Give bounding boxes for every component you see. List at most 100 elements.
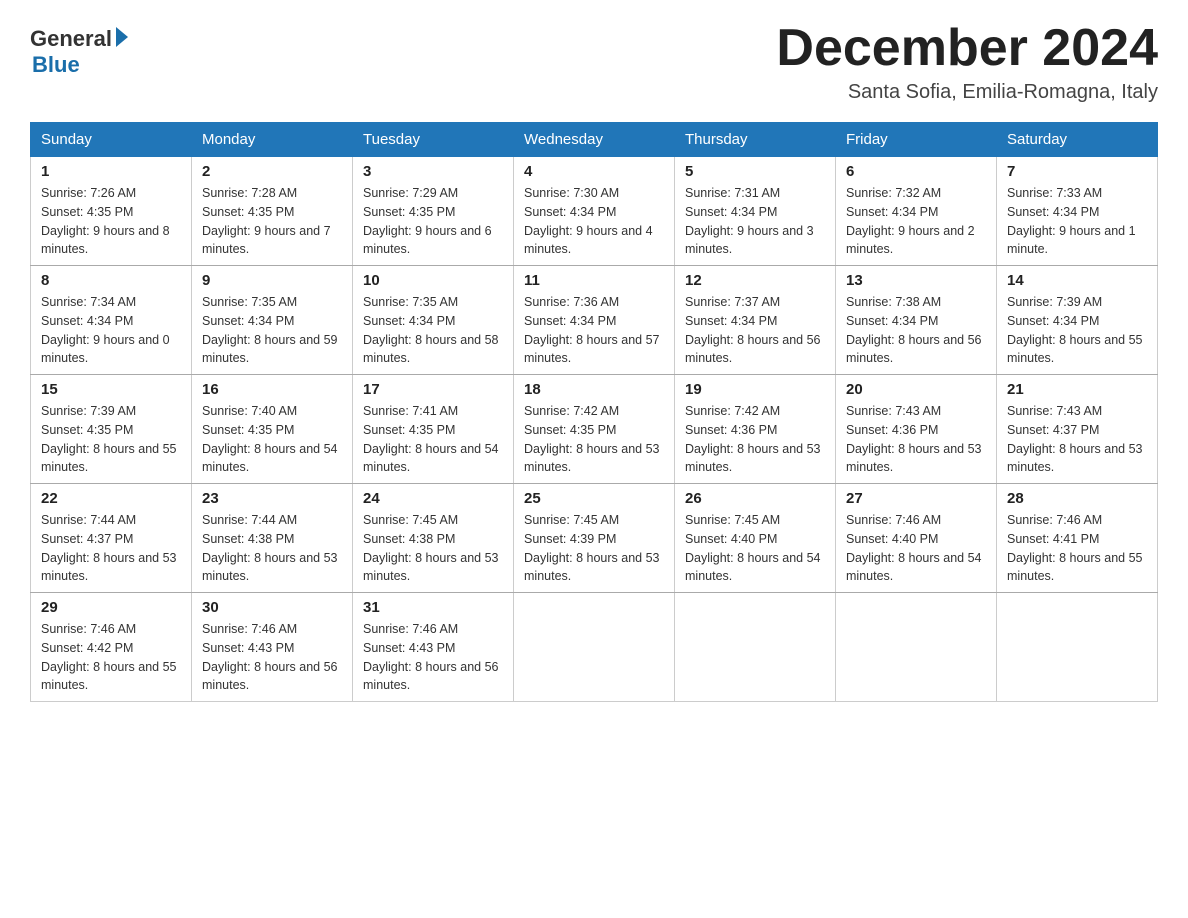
calendar-day-cell: 22 Sunrise: 7:44 AMSunset: 4:37 PMDaylig…	[31, 484, 192, 593]
calendar-day-cell: 14 Sunrise: 7:39 AMSunset: 4:34 PMDaylig…	[997, 266, 1158, 375]
calendar-day-cell: 2 Sunrise: 7:28 AMSunset: 4:35 PMDayligh…	[192, 157, 353, 266]
day-number: 13	[846, 272, 986, 289]
day-number: 31	[363, 599, 503, 616]
day-number: 17	[363, 381, 503, 398]
calendar-day-cell: 10 Sunrise: 7:35 AMSunset: 4:34 PMDaylig…	[353, 266, 514, 375]
calendar-day-cell: 12 Sunrise: 7:37 AMSunset: 4:34 PMDaylig…	[675, 266, 836, 375]
calendar-day-cell: 3 Sunrise: 7:29 AMSunset: 4:35 PMDayligh…	[353, 157, 514, 266]
day-info: Sunrise: 7:36 AMSunset: 4:34 PMDaylight:…	[524, 295, 660, 365]
calendar-day-cell: 5 Sunrise: 7:31 AMSunset: 4:34 PMDayligh…	[675, 157, 836, 266]
day-info: Sunrise: 7:45 AMSunset: 4:38 PMDaylight:…	[363, 513, 499, 583]
month-title: December 2024	[776, 20, 1158, 77]
day-info: Sunrise: 7:46 AMSunset: 4:42 PMDaylight:…	[41, 622, 177, 692]
day-info: Sunrise: 7:32 AMSunset: 4:34 PMDaylight:…	[846, 186, 975, 256]
day-info: Sunrise: 7:28 AMSunset: 4:35 PMDaylight:…	[202, 186, 331, 256]
day-info: Sunrise: 7:42 AMSunset: 4:35 PMDaylight:…	[524, 404, 660, 474]
day-number: 25	[524, 490, 664, 507]
day-number: 3	[363, 163, 503, 180]
calendar-day-cell: 24 Sunrise: 7:45 AMSunset: 4:38 PMDaylig…	[353, 484, 514, 593]
day-number: 9	[202, 272, 342, 289]
day-number: 21	[1007, 381, 1147, 398]
day-number: 16	[202, 381, 342, 398]
day-number: 8	[41, 272, 181, 289]
day-info: Sunrise: 7:40 AMSunset: 4:35 PMDaylight:…	[202, 404, 338, 474]
day-number: 28	[1007, 490, 1147, 507]
day-info: Sunrise: 7:38 AMSunset: 4:34 PMDaylight:…	[846, 295, 982, 365]
day-info: Sunrise: 7:46 AMSunset: 4:40 PMDaylight:…	[846, 513, 982, 583]
calendar-day-cell: 15 Sunrise: 7:39 AMSunset: 4:35 PMDaylig…	[31, 375, 192, 484]
day-number: 15	[41, 381, 181, 398]
calendar-day-cell: 25 Sunrise: 7:45 AMSunset: 4:39 PMDaylig…	[514, 484, 675, 593]
day-info: Sunrise: 7:46 AMSunset: 4:41 PMDaylight:…	[1007, 513, 1143, 583]
day-number: 6	[846, 163, 986, 180]
day-info: Sunrise: 7:39 AMSunset: 4:35 PMDaylight:…	[41, 404, 177, 474]
calendar-day-cell: 26 Sunrise: 7:45 AMSunset: 4:40 PMDaylig…	[675, 484, 836, 593]
day-number: 19	[685, 381, 825, 398]
calendar-week-row: 1 Sunrise: 7:26 AMSunset: 4:35 PMDayligh…	[31, 157, 1158, 266]
day-number: 10	[363, 272, 503, 289]
calendar-day-cell: 17 Sunrise: 7:41 AMSunset: 4:35 PMDaylig…	[353, 375, 514, 484]
calendar-day-cell: 6 Sunrise: 7:32 AMSunset: 4:34 PMDayligh…	[836, 157, 997, 266]
calendar-day-header: Friday	[836, 123, 997, 157]
day-info: Sunrise: 7:34 AMSunset: 4:34 PMDaylight:…	[41, 295, 170, 365]
logo-blue-text: Blue	[32, 52, 80, 78]
calendar-day-cell: 27 Sunrise: 7:46 AMSunset: 4:40 PMDaylig…	[836, 484, 997, 593]
logo-arrow-icon	[116, 27, 128, 47]
day-number: 22	[41, 490, 181, 507]
calendar-week-row: 8 Sunrise: 7:34 AMSunset: 4:34 PMDayligh…	[31, 266, 1158, 375]
day-number: 12	[685, 272, 825, 289]
calendar-day-cell: 16 Sunrise: 7:40 AMSunset: 4:35 PMDaylig…	[192, 375, 353, 484]
calendar-day-cell	[675, 593, 836, 702]
day-info: Sunrise: 7:35 AMSunset: 4:34 PMDaylight:…	[202, 295, 338, 365]
calendar-day-header: Tuesday	[353, 123, 514, 157]
day-number: 1	[41, 163, 181, 180]
day-info: Sunrise: 7:45 AMSunset: 4:40 PMDaylight:…	[685, 513, 821, 583]
calendar-day-header: Saturday	[997, 123, 1158, 157]
day-number: 14	[1007, 272, 1147, 289]
calendar-day-cell: 20 Sunrise: 7:43 AMSunset: 4:36 PMDaylig…	[836, 375, 997, 484]
calendar-day-cell: 1 Sunrise: 7:26 AMSunset: 4:35 PMDayligh…	[31, 157, 192, 266]
calendar-header-row: SundayMondayTuesdayWednesdayThursdayFrid…	[31, 123, 1158, 157]
calendar-day-cell	[836, 593, 997, 702]
day-number: 7	[1007, 163, 1147, 180]
day-number: 2	[202, 163, 342, 180]
day-number: 24	[363, 490, 503, 507]
calendar-day-cell: 11 Sunrise: 7:36 AMSunset: 4:34 PMDaylig…	[514, 266, 675, 375]
calendar-day-cell: 13 Sunrise: 7:38 AMSunset: 4:34 PMDaylig…	[836, 266, 997, 375]
calendar-day-cell: 8 Sunrise: 7:34 AMSunset: 4:34 PMDayligh…	[31, 266, 192, 375]
day-info: Sunrise: 7:33 AMSunset: 4:34 PMDaylight:…	[1007, 186, 1136, 256]
calendar-day-header: Sunday	[31, 123, 192, 157]
calendar-day-cell: 9 Sunrise: 7:35 AMSunset: 4:34 PMDayligh…	[192, 266, 353, 375]
calendar-week-row: 22 Sunrise: 7:44 AMSunset: 4:37 PMDaylig…	[31, 484, 1158, 593]
calendar-day-header: Wednesday	[514, 123, 675, 157]
day-number: 29	[41, 599, 181, 616]
day-number: 4	[524, 163, 664, 180]
day-info: Sunrise: 7:44 AMSunset: 4:38 PMDaylight:…	[202, 513, 338, 583]
day-info: Sunrise: 7:45 AMSunset: 4:39 PMDaylight:…	[524, 513, 660, 583]
day-number: 20	[846, 381, 986, 398]
day-info: Sunrise: 7:39 AMSunset: 4:34 PMDaylight:…	[1007, 295, 1143, 365]
logo: General Blue	[30, 20, 128, 78]
calendar-day-header: Thursday	[675, 123, 836, 157]
day-number: 18	[524, 381, 664, 398]
calendar-day-cell	[514, 593, 675, 702]
day-info: Sunrise: 7:30 AMSunset: 4:34 PMDaylight:…	[524, 186, 653, 256]
page-header: General Blue December 2024 Santa Sofia, …	[30, 20, 1158, 104]
day-info: Sunrise: 7:29 AMSunset: 4:35 PMDaylight:…	[363, 186, 492, 256]
day-info: Sunrise: 7:37 AMSunset: 4:34 PMDaylight:…	[685, 295, 821, 365]
title-section: December 2024 Santa Sofia, Emilia-Romagn…	[776, 20, 1158, 104]
day-number: 23	[202, 490, 342, 507]
calendar-day-cell: 30 Sunrise: 7:46 AMSunset: 4:43 PMDaylig…	[192, 593, 353, 702]
day-info: Sunrise: 7:26 AMSunset: 4:35 PMDaylight:…	[41, 186, 170, 256]
calendar-day-cell: 19 Sunrise: 7:42 AMSunset: 4:36 PMDaylig…	[675, 375, 836, 484]
calendar-day-cell: 7 Sunrise: 7:33 AMSunset: 4:34 PMDayligh…	[997, 157, 1158, 266]
day-info: Sunrise: 7:41 AMSunset: 4:35 PMDaylight:…	[363, 404, 499, 474]
calendar-table: SundayMondayTuesdayWednesdayThursdayFrid…	[30, 122, 1158, 702]
logo-general-text: General	[30, 26, 112, 52]
day-info: Sunrise: 7:46 AMSunset: 4:43 PMDaylight:…	[363, 622, 499, 692]
calendar-week-row: 29 Sunrise: 7:46 AMSunset: 4:42 PMDaylig…	[31, 593, 1158, 702]
calendar-week-row: 15 Sunrise: 7:39 AMSunset: 4:35 PMDaylig…	[31, 375, 1158, 484]
day-info: Sunrise: 7:31 AMSunset: 4:34 PMDaylight:…	[685, 186, 814, 256]
calendar-day-cell: 21 Sunrise: 7:43 AMSunset: 4:37 PMDaylig…	[997, 375, 1158, 484]
location-text: Santa Sofia, Emilia-Romagna, Italy	[776, 81, 1158, 104]
